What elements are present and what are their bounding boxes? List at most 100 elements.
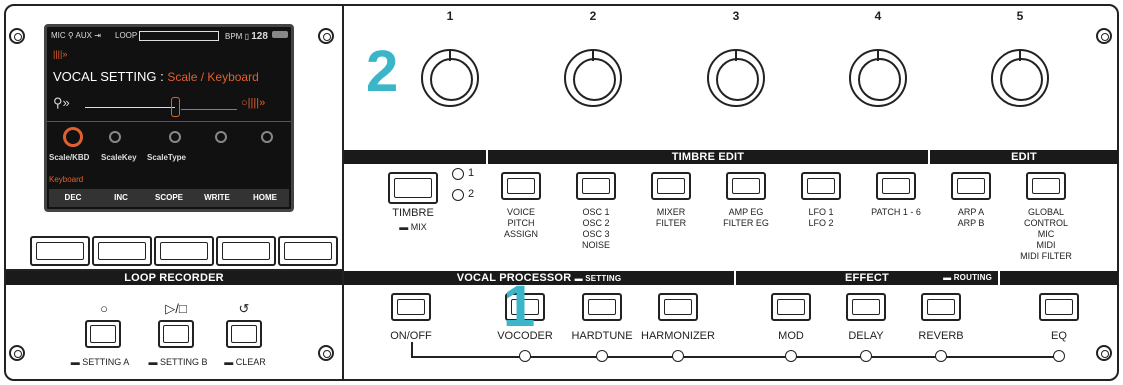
timbre-edit-header: TIMBRE EDIT — [488, 150, 928, 164]
eq-header-bar — [1000, 271, 1118, 285]
fx-led — [785, 350, 797, 362]
fx-button-onoff[interactable] — [391, 293, 431, 321]
loop-record-icon: ○ — [100, 301, 108, 316]
fx-button-harmonizer[interactable] — [658, 293, 698, 321]
fx-label: MOD — [778, 330, 804, 342]
edit-button-6[interactable] — [876, 172, 916, 200]
synth-icon: ○||||» — [241, 97, 266, 109]
display-title-value: Scale / Keyboard — [167, 70, 259, 84]
softkey-label: WRITE — [193, 189, 241, 207]
screw-icon — [318, 345, 334, 361]
edit-button-label: ARP A — [957, 207, 985, 217]
bpm-label: BPM — [225, 32, 243, 41]
edit-button-label: AMP EG — [728, 207, 764, 217]
edit-header: EDIT — [930, 150, 1118, 164]
knob-3[interactable] — [707, 49, 765, 107]
edit-button-label: PITCH — [507, 218, 535, 228]
loop-undo-button[interactable] — [226, 320, 262, 348]
screw-icon — [9, 28, 25, 44]
fx-label: DELAY — [848, 330, 884, 342]
fx-led — [596, 350, 608, 362]
knob-5[interactable] — [991, 49, 1049, 107]
softkey-scope-button[interactable] — [154, 236, 214, 266]
knob-number: 3 — [732, 9, 740, 23]
param-knob-icon — [109, 131, 121, 143]
timbre-bars-icon: ||||» — [53, 49, 68, 59]
edit-button-1[interactable] — [501, 172, 541, 200]
fx-label: HARDTUNE — [571, 330, 633, 342]
fx-led — [860, 350, 872, 362]
timbre-2-label: 2 — [468, 188, 475, 200]
loop-play-button[interactable] — [158, 320, 194, 348]
mic-label: MIC — [51, 31, 66, 40]
knob-2[interactable] — [564, 49, 622, 107]
bpm-value: 128 — [251, 31, 268, 42]
param-value: Keyboard — [49, 175, 84, 184]
knob-4[interactable] — [849, 49, 907, 107]
param-label: ScaleType — [147, 153, 186, 162]
edit-button-label: PATCH 1 - 6 — [871, 207, 921, 217]
setting-a-label: ▬ SETTING A — [70, 357, 130, 367]
timbre-button[interactable] — [388, 172, 438, 204]
knob-1[interactable] — [421, 49, 479, 107]
routing-diagram: ⚲» ○||||» — [51, 91, 287, 119]
edit-button-label: FILTER — [655, 218, 687, 228]
edit-button-label: GLOBAL — [1027, 207, 1065, 217]
loop-record-button[interactable] — [85, 320, 121, 348]
edit-button-label: MIDI FILTER — [1020, 251, 1072, 261]
chain-line — [411, 356, 1059, 358]
chain-line-v — [411, 342, 413, 356]
edit-button-label: MIC — [1037, 229, 1055, 239]
fx-led — [672, 350, 684, 362]
setting-b-label: ▬ SETTING B — [148, 357, 208, 367]
softkey-label: HOME — [241, 189, 289, 207]
softkey-dec-button[interactable] — [30, 236, 90, 266]
softkey-write-button[interactable] — [216, 236, 276, 266]
edit-button-5[interactable] — [801, 172, 841, 200]
panel-divider — [342, 6, 344, 381]
timbre-1-label: 1 — [468, 167, 475, 179]
softkey-label: SCOPE — [145, 189, 193, 207]
edit-button-label: CONTROL — [1023, 218, 1068, 228]
softkey-home-button[interactable] — [278, 236, 338, 266]
timbre-label: TIMBRE — [392, 207, 434, 219]
timbre-2-led — [452, 189, 464, 201]
edit-button-label: LFO 2 — [808, 218, 834, 228]
knob-number: 5 — [1016, 9, 1024, 23]
fx-led — [935, 350, 947, 362]
softkey-inc-button[interactable] — [92, 236, 152, 266]
param-knob-icon — [63, 127, 83, 147]
fx-button-reverb[interactable] — [921, 293, 961, 321]
param-label: Scale/KBD — [49, 153, 90, 162]
knob-number: 1 — [446, 9, 454, 23]
vocal-processor-header: VOCAL PROCESSOR ▬ SETTING — [344, 271, 734, 285]
screw-icon — [1096, 345, 1112, 361]
param-label: ScaleKey — [101, 153, 137, 162]
fx-button-hardtune[interactable] — [582, 293, 622, 321]
fx-label: HARMONIZER — [641, 330, 715, 342]
fx-led — [1053, 350, 1065, 362]
battery-icon — [272, 31, 288, 38]
edit-button-3[interactable] — [651, 172, 691, 200]
edit-button-2[interactable] — [576, 172, 616, 200]
fx-button-eq[interactable] — [1039, 293, 1079, 321]
knob-number: 2 — [589, 9, 597, 23]
edit-button-label: ARP B — [957, 218, 985, 228]
fx-button-delay[interactable] — [846, 293, 886, 321]
step-marker-2: 2 — [366, 39, 399, 104]
edit-button-label: OSC 3 — [582, 229, 610, 239]
effect-header: EFFECT ▬ ROUTING — [736, 271, 998, 285]
mic-icon: ⚲» — [53, 95, 70, 110]
softkey-label: INC — [97, 189, 145, 207]
edit-button-8[interactable] — [1026, 172, 1066, 200]
fx-label: ON/OFF — [390, 330, 432, 342]
fx-button-mod[interactable] — [771, 293, 811, 321]
edit-button-4[interactable] — [726, 172, 766, 200]
edit-button-label: LFO 1 — [808, 207, 834, 217]
loop-recorder-header: LOOP RECORDER — [6, 271, 342, 285]
edit-button-7[interactable] — [951, 172, 991, 200]
fx-led — [519, 350, 531, 362]
timbre-header-bar — [344, 150, 486, 164]
param-knob-icon — [169, 131, 181, 143]
edit-button-label: OSC 2 — [582, 218, 610, 228]
